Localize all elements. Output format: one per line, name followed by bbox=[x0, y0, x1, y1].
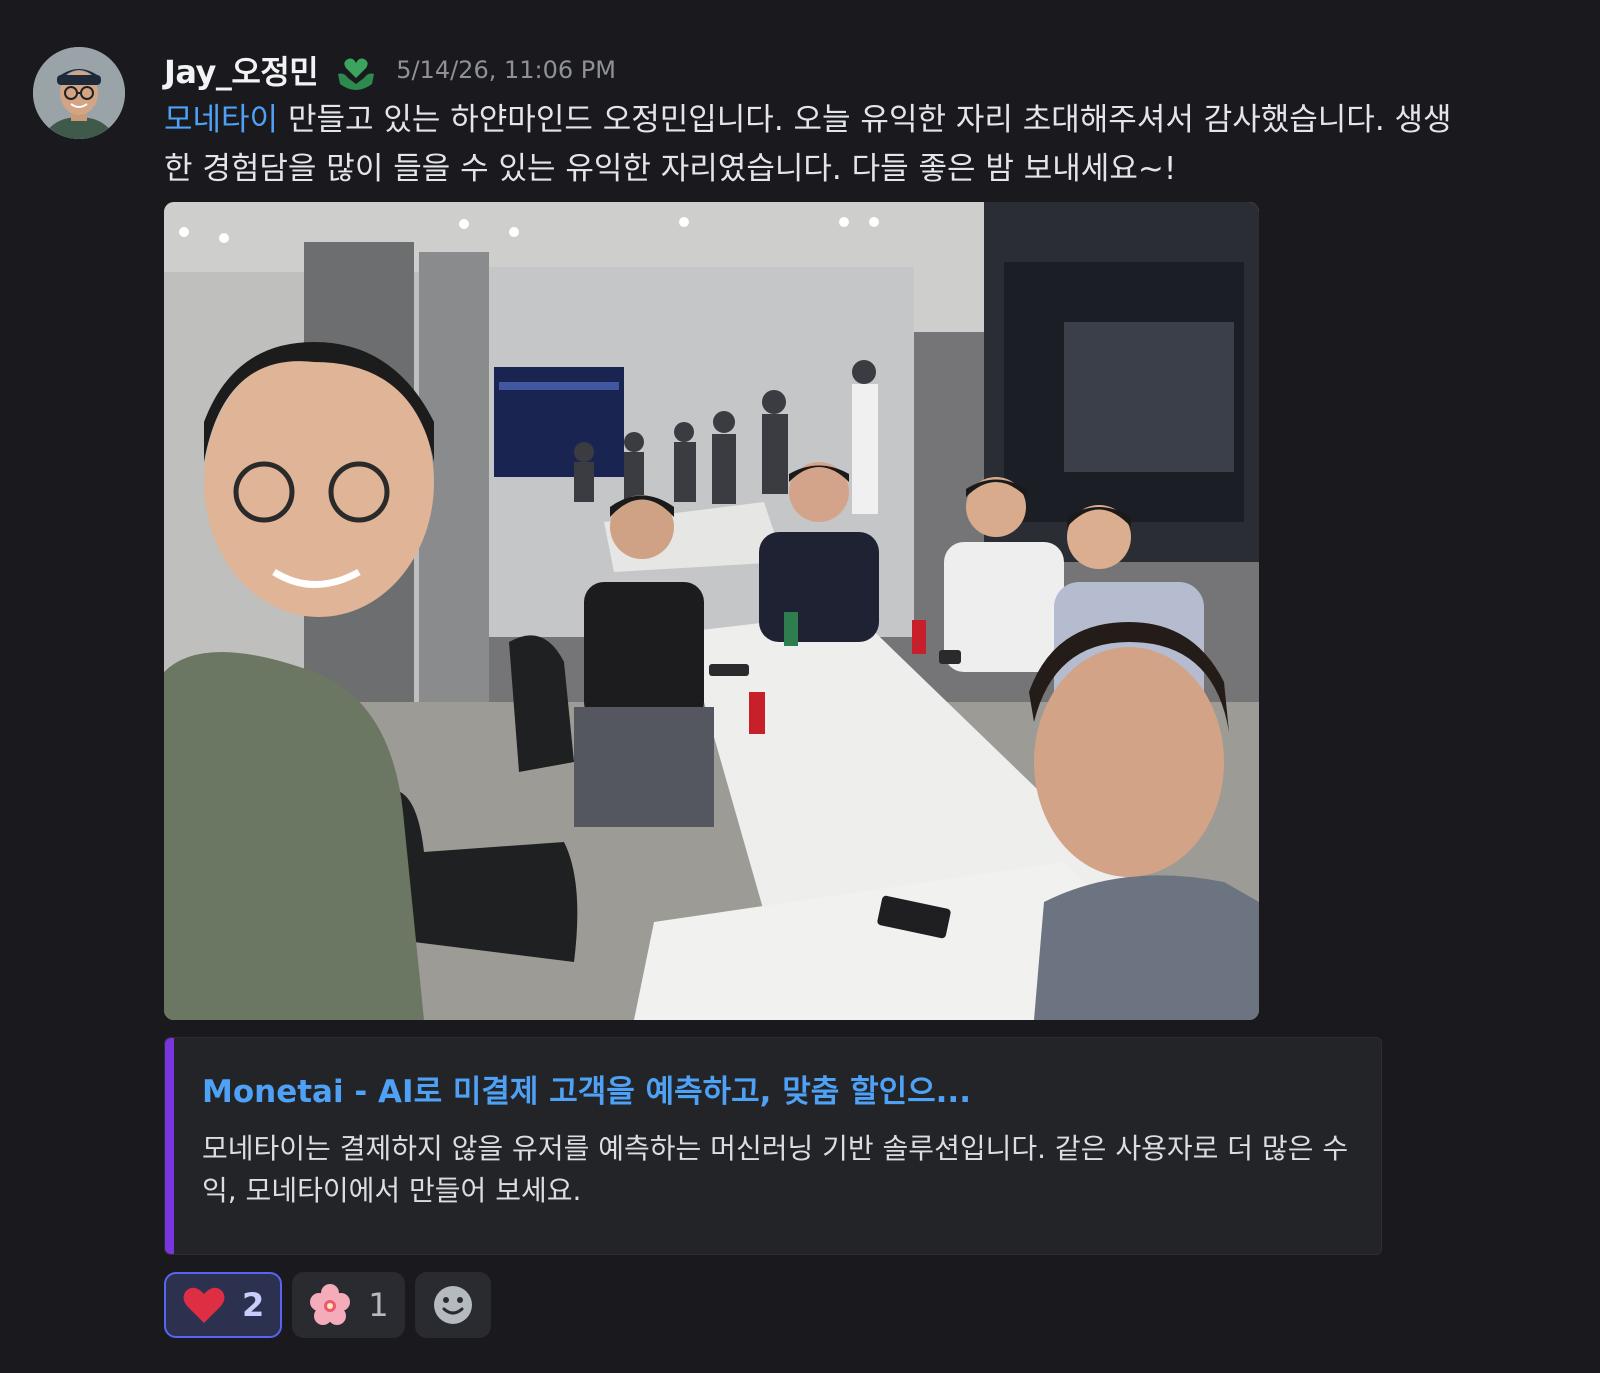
message-link[interactable]: 모네타이 bbox=[164, 102, 278, 138]
role-icon[interactable] bbox=[334, 48, 378, 92]
reactions-bar: 2 1 bbox=[164, 1272, 491, 1338]
message-content: 모네타이 만들고 있는 하얀마인드 오정민입니다. 오늘 유익한 자리 초대해주… bbox=[164, 96, 1474, 194]
chat-message: Jay_오정민 5/14/26, 11:06 PM 모네타이 만들고 있는 하얀… bbox=[0, 0, 1600, 1373]
add-reaction-button[interactable] bbox=[414, 1272, 491, 1338]
user-avatar[interactable] bbox=[33, 47, 125, 139]
reaction-count: 2 bbox=[242, 1286, 265, 1324]
link-embed: Monetai - AI로 미결제 고객을 예측하고, 맞춤 할인으... 모네… bbox=[164, 1037, 1382, 1255]
message-text: 만들고 있는 하얀마인드 오정민입니다. 오늘 유익한 자리 초대해주셔서 감사… bbox=[164, 102, 1452, 187]
reaction-count: 1 bbox=[368, 1286, 389, 1324]
reaction-heart[interactable]: 2 bbox=[164, 1272, 283, 1338]
attached-photo[interactable] bbox=[164, 202, 1259, 1020]
embed-accent-bar bbox=[165, 1038, 174, 1254]
embed-description: 모네타이는 결제하지 않을 유저를 예측하는 머신러닝 기반 솔루션입니다. 같… bbox=[202, 1132, 1349, 1207]
message-timestamp: 5/14/26, 11:06 PM bbox=[396, 56, 616, 84]
smiley-icon bbox=[433, 1286, 472, 1324]
heart-hands-icon bbox=[338, 58, 375, 90]
avatar-photo bbox=[33, 47, 125, 139]
embed-title[interactable]: Monetai - AI로 미결제 고객을 예측하고, 맞춤 할인으... bbox=[202, 1066, 971, 1111]
heart-icon bbox=[182, 1283, 226, 1327]
author-name[interactable]: Jay_오정민 bbox=[164, 47, 319, 93]
reaction-cherry-blossom[interactable]: 1 bbox=[292, 1272, 405, 1338]
message-header: Jay_오정민 5/14/26, 11:06 PM bbox=[164, 46, 616, 94]
group-selfie-image bbox=[164, 202, 1259, 1020]
cherry-blossom-icon bbox=[308, 1283, 352, 1327]
